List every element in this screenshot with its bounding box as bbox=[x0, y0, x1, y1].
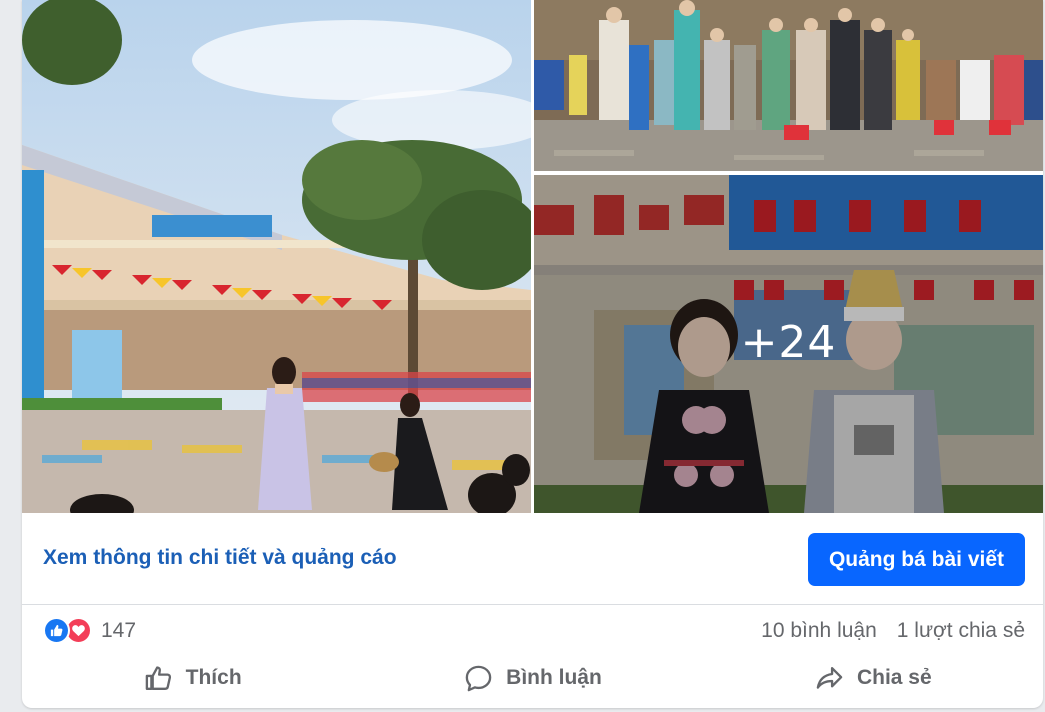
school-courtyard-image bbox=[22, 0, 531, 513]
like-icon bbox=[43, 617, 70, 644]
share-button[interactable]: Chia sẻ bbox=[703, 652, 1043, 704]
post-stats: 147 10 bình luận 1 lượt chia sẻ bbox=[22, 606, 1043, 652]
photo-grid: +24 bbox=[22, 0, 1043, 513]
like-button[interactable]: Thích bbox=[22, 652, 362, 704]
share-label: Chia sẻ bbox=[856, 666, 932, 689]
more-photos-count: +24 bbox=[740, 316, 837, 368]
cta-bar: Xem thông tin chi tiết và quảng cáo Quản… bbox=[22, 513, 1043, 605]
comment-button[interactable]: Bình luận bbox=[362, 652, 702, 704]
photo-kids-costume[interactable]: +24 bbox=[534, 175, 1043, 513]
like-label: Thích bbox=[185, 666, 242, 689]
comment-label: Bình luận bbox=[506, 666, 602, 689]
post-card: +24 Xem thông tin chi tiết và quảng cáo … bbox=[22, 0, 1043, 708]
post-actions: Thích Bình luận Chia sẻ bbox=[22, 652, 1043, 704]
reactions-summary[interactable]: 147 bbox=[43, 617, 136, 644]
boost-post-button[interactable]: Quảng bá bài viết bbox=[808, 533, 1025, 586]
photo-school-courtyard[interactable] bbox=[22, 0, 531, 513]
more-photos-overlay[interactable]: +24 bbox=[534, 175, 1043, 513]
page-background bbox=[0, 0, 22, 712]
engagement-counts: 10 bình luận 1 lượt chia sẻ bbox=[761, 619, 1025, 643]
photo-children-lineup[interactable] bbox=[534, 0, 1043, 171]
reaction-count: 147 bbox=[101, 618, 137, 642]
thumbs-up-icon bbox=[145, 665, 171, 690]
view-details-link[interactable]: Xem thông tin chi tiết và quảng cáo bbox=[43, 546, 397, 570]
children-lineup-image bbox=[534, 0, 1043, 171]
comment-bubble-icon bbox=[465, 665, 492, 691]
share-arrow-icon bbox=[816, 666, 843, 689]
shares-count[interactable]: 1 lượt chia sẻ bbox=[897, 619, 1025, 643]
comments-count[interactable]: 10 bình luận bbox=[761, 619, 877, 643]
